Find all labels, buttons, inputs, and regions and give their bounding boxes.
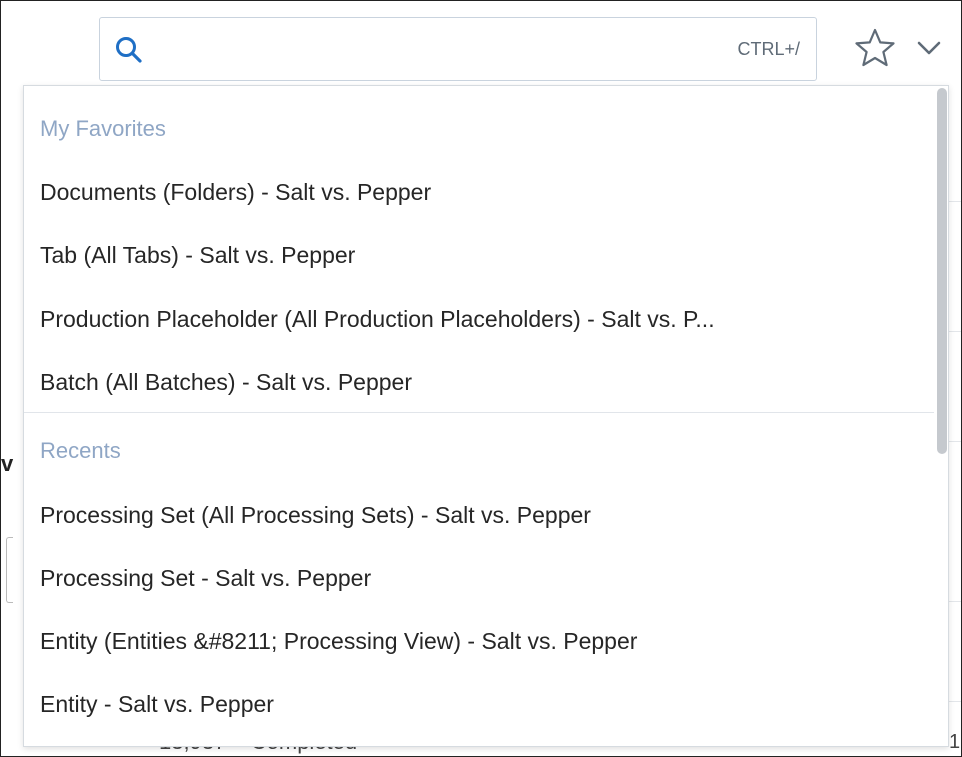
background-divider xyxy=(949,701,961,702)
search-box[interactable]: CTRL+/ xyxy=(99,17,817,81)
recent-item[interactable]: Entity - Salt vs. Pepper xyxy=(40,691,274,718)
star-icon[interactable] xyxy=(854,27,896,69)
favorite-item[interactable]: Production Placeholder (All Production P… xyxy=(40,306,715,333)
background-digit: 1 xyxy=(949,731,961,753)
section-divider xyxy=(24,412,934,413)
background-fragment: v xyxy=(1,451,14,476)
favorites-recents-dropdown: My Favorites Documents (Folders) - Salt … xyxy=(23,85,949,747)
search-input[interactable] xyxy=(158,30,702,70)
favorite-item[interactable]: Documents (Folders) - Salt vs. Pepper xyxy=(40,179,431,206)
recent-item[interactable]: Entity (Entities &#8211; Processing View… xyxy=(40,628,637,655)
favorite-item[interactable]: Batch (All Batches) - Salt vs. Pepper xyxy=(40,369,412,396)
section-title-recents: Recents xyxy=(40,438,121,463)
scrollbar-thumb[interactable] xyxy=(937,88,947,454)
search-icon xyxy=(116,37,142,63)
background-divider xyxy=(949,441,961,442)
recent-item[interactable]: Processing Set (All Processing Sets) - S… xyxy=(40,502,591,529)
background-field-edge xyxy=(6,537,13,603)
background-divider xyxy=(949,331,961,332)
chevron-down-icon[interactable] xyxy=(915,39,943,57)
background-divider xyxy=(949,201,961,202)
background-divider xyxy=(949,601,961,602)
keyboard-shortcut-hint: CTRL+/ xyxy=(737,39,800,59)
recent-item[interactable]: Processing Set - Salt vs. Pepper xyxy=(40,565,371,592)
section-title-favorites: My Favorites xyxy=(40,116,166,141)
app-frame: v 13,937 Completed 1 CTRL+/ My Favorites… xyxy=(0,0,962,757)
favorite-item[interactable]: Tab (All Tabs) - Salt vs. Pepper xyxy=(40,242,355,269)
